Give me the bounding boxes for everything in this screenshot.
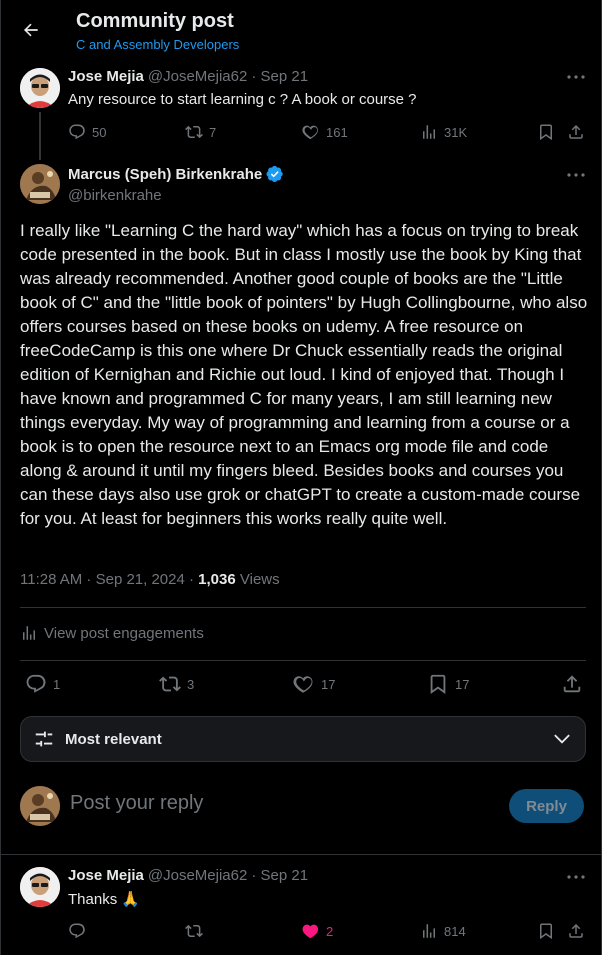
more-options-icon[interactable] — [564, 867, 588, 887]
bookmark-button[interactable] — [537, 123, 555, 141]
heart-icon — [293, 676, 313, 693]
post-date[interactable]: · Sep 21 — [251, 68, 308, 85]
repost-button[interactable]: 7 — [185, 123, 216, 141]
thread-connector — [39, 112, 41, 160]
divider — [20, 607, 586, 608]
view-count: 31K — [444, 124, 468, 140]
back-arrow-icon[interactable] — [17, 16, 45, 44]
views-icon — [423, 924, 435, 938]
repost-count: 3 — [187, 676, 195, 692]
avatar-jose[interactable] — [20, 867, 60, 907]
avatar-jose[interactable] — [20, 68, 60, 108]
bookmark-icon — [540, 923, 552, 940]
reply-button[interactable]: 1 — [25, 673, 60, 695]
post-date[interactable]: · Sep 21 — [251, 867, 308, 884]
share-icon — [569, 923, 583, 938]
author-handle[interactable]: @birkenkrahe — [68, 187, 162, 204]
more-options-icon[interactable] — [564, 165, 588, 185]
view-count: 814 — [444, 923, 466, 939]
bookmark-button[interactable] — [537, 922, 555, 940]
heart-filled-icon — [302, 924, 319, 939]
bookmark-button[interactable]: 17 — [427, 673, 469, 695]
author-name[interactable]: Jose Mejia — [68, 68, 144, 85]
like-button-active[interactable]: 2 — [302, 922, 333, 940]
repost-icon — [185, 924, 203, 938]
divider — [20, 660, 586, 661]
reply-count: 50 — [92, 124, 107, 140]
verified-badge-icon — [266, 165, 283, 183]
view-engagements-link[interactable]: View post engagements — [20, 624, 204, 642]
reply-icon — [69, 923, 85, 939]
repost-count: 7 — [209, 124, 217, 140]
post-time: 11:28 AM · Sep 21, 2024 · — [20, 571, 199, 588]
views-label: Views — [235, 571, 280, 588]
like-count: 161 — [326, 124, 348, 140]
author-name[interactable]: Marcus (Speh) Birkenkrahe — [68, 166, 262, 183]
author-handle[interactable]: @JoseMejia62 — [148, 867, 247, 884]
post-page: Community post C and Assembly Developers… — [0, 0, 602, 955]
author-name[interactable]: Jose Mejia — [68, 867, 144, 884]
reply-count: 1 — [53, 676, 61, 692]
repost-icon — [185, 125, 203, 139]
heart-icon — [302, 125, 318, 140]
reply-submit-button[interactable]: Reply — [509, 789, 584, 823]
share-button[interactable] — [567, 922, 585, 940]
repost-icon — [159, 676, 181, 692]
engagements-label: View post engagements — [44, 624, 204, 642]
bookmark-icon — [540, 124, 552, 141]
author-handle[interactable]: @JoseMejia62 — [148, 68, 247, 85]
share-button[interactable] — [561, 673, 583, 695]
repost-button[interactable]: 3 — [159, 673, 194, 695]
my-avatar — [20, 786, 60, 826]
bookmark-icon — [430, 674, 446, 694]
repost-button[interactable] — [185, 922, 203, 940]
post1-text: Any resource to start learning c ? A boo… — [68, 91, 417, 108]
main-post-text: I really like "Learning C the hard way" … — [20, 221, 588, 528]
sort-label: Most relevant — [65, 730, 162, 748]
views-icon — [423, 125, 435, 139]
share-icon — [569, 124, 583, 139]
avatar-marcus[interactable] — [20, 164, 60, 204]
share-icon — [563, 675, 581, 693]
post1-header: Jose Mejia @JoseMejia62 · Sep 21 — [68, 68, 308, 85]
views-button[interactable]: 31K — [420, 123, 467, 141]
post-timestamp[interactable]: 11:28 AM · Sep 21, 2024 · 1,036 Views — [20, 571, 280, 588]
main-author: Marcus (Speh) Birkenkrahe — [68, 165, 284, 183]
post-view-count: 1,036 — [198, 571, 236, 588]
chevron-down-icon — [554, 734, 570, 744]
divider — [1, 854, 602, 855]
sliders-icon — [35, 731, 53, 747]
reply1-text: Thanks 🙏 — [68, 891, 141, 908]
reply-sort-dropdown[interactable]: Most relevant — [20, 716, 586, 762]
reply1-header: Jose Mejia @JoseMejia62 · Sep 21 — [68, 867, 308, 884]
like-button[interactable]: 161 — [302, 123, 348, 141]
page-title: Community post — [76, 10, 234, 32]
like-button[interactable]: 17 — [293, 673, 335, 695]
reply-icon — [69, 124, 85, 140]
analytics-icon — [23, 626, 35, 640]
more-options-icon[interactable] — [564, 67, 588, 87]
bookmark-count: 17 — [455, 676, 470, 692]
reply-button[interactable] — [68, 922, 86, 940]
reply-icon — [26, 674, 46, 693]
views-button[interactable]: 814 — [420, 922, 466, 940]
share-button[interactable] — [567, 123, 585, 141]
reply-input[interactable]: Post your reply — [70, 792, 203, 815]
like-count: 2 — [326, 923, 334, 939]
community-link[interactable]: C and Assembly Developers — [76, 37, 239, 52]
reply-button[interactable]: 50 — [68, 123, 106, 141]
like-count: 17 — [321, 676, 336, 692]
